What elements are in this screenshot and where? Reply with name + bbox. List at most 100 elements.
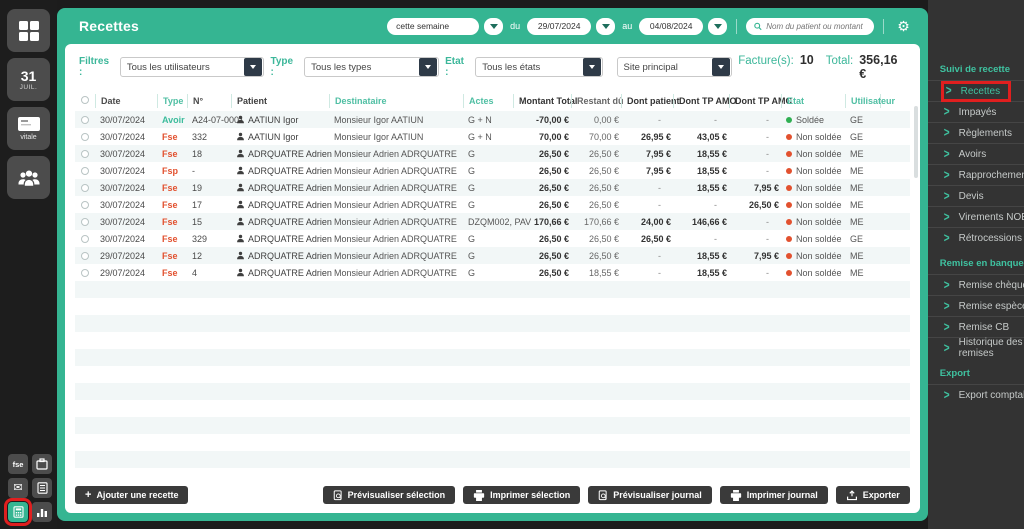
site-filter-select[interactable]: Site principal [617, 57, 733, 77]
col-type[interactable]: Type [157, 94, 187, 108]
total-label: Total: [826, 55, 854, 67]
table-row[interactable]: 30/07/2024 Fse 19 ADRQUATRE Adrien Monsi… [75, 179, 910, 196]
row-select-radio[interactable] [81, 235, 89, 243]
vertical-scrollbar[interactable] [914, 106, 918, 178]
date-to-input[interactable]: 04/08/2024 [639, 18, 703, 35]
cell-type: Fse [157, 217, 187, 227]
cell-dont-tp-amo: 18,55 € [673, 251, 729, 261]
cell-montant: 26,50 € [513, 166, 571, 176]
preview-selection-button[interactable]: Prévisualiser sélection [323, 486, 456, 504]
row-select-radio[interactable] [81, 269, 89, 277]
mail-button[interactable]: ✉ [8, 478, 28, 498]
search-input[interactable] [766, 22, 866, 31]
col-etat[interactable]: Etat [781, 94, 845, 108]
sidebar-item-remise-cheques[interactable]: >Remise chèques [928, 274, 1024, 295]
cell-patient: ADRQUATRE Adrien [231, 183, 329, 193]
cell-dont-patient: 26,50 € [621, 234, 673, 244]
patients-button[interactable] [7, 156, 50, 199]
cell-dont-tp-amo: - [673, 234, 729, 244]
sidebar-item-impayes[interactable]: >Impayés [928, 101, 1024, 122]
separator [736, 19, 737, 34]
table-row[interactable]: 29/07/2024 Fse 4 ADRQUATRE Adrien Monsie… [75, 264, 910, 281]
row-select-radio[interactable] [81, 167, 89, 175]
col-patient[interactable]: Patient [231, 94, 329, 108]
sidebar-item-historique-des-remises[interactable]: >Historique des remises [928, 337, 1024, 358]
cell-type: Fse [157, 268, 187, 278]
period-dropdown-arrow[interactable] [484, 18, 503, 35]
row-select-radio[interactable] [81, 184, 89, 192]
documents-button[interactable] [32, 478, 52, 498]
row-select-radio[interactable] [81, 201, 89, 209]
date-to-dropdown-arrow[interactable] [708, 18, 727, 35]
table-row[interactable]: 30/07/2024 Fse 18 ADRQUATRE Adrien Monsi… [75, 145, 910, 162]
sidebar-item-remise-cb[interactable]: >Remise CB [928, 316, 1024, 337]
print-journal-button[interactable]: Imprimer journal [720, 486, 828, 504]
table-row[interactable]: 30/07/2024 Fse 332 AATIUN Igor Monsieur … [75, 128, 910, 145]
add-recette-button[interactable]: + Ajouter une recette [75, 486, 188, 504]
cell-etat: Non soldée [781, 183, 845, 193]
table-row[interactable]: 30/07/2024 Avoir A24-07-0001 AATIUN Igor… [75, 111, 910, 128]
fse-button[interactable]: fse [8, 454, 28, 474]
sidebar-item-rapprochements[interactable]: >Rapprochements [928, 164, 1024, 185]
preview-journal-button[interactable]: Prévisualiser journal [588, 486, 712, 504]
table-row[interactable]: 30/07/2024 Fse 15 ADRQUATRE Adrien Monsi… [75, 213, 910, 230]
row-select-radio[interactable] [81, 252, 89, 260]
stats-button[interactable] [32, 502, 52, 522]
cell-dont-tp-amc: - [729, 149, 781, 159]
cell-montant: 26,50 € [513, 268, 571, 278]
table-row[interactable]: 30/07/2024 Fse 329 ADRQUATRE Adrien Mons… [75, 230, 910, 247]
calculator-button-annotated[interactable] [8, 502, 28, 522]
chevron-right-icon: > [944, 105, 950, 119]
col-restant-du[interactable]: Restant dû [571, 94, 621, 108]
cell-actes: G [463, 200, 513, 210]
date-from-dropdown-arrow[interactable] [596, 18, 615, 35]
date-from-input[interactable]: 29/07/2024 [527, 18, 591, 35]
sidebar-item-retrocessions[interactable]: >Rétrocessions [928, 227, 1024, 248]
col-date[interactable]: Date [95, 94, 157, 108]
print-selection-button[interactable]: Imprimer sélection [463, 486, 580, 504]
col-dont-patient[interactable]: Dont patient [621, 94, 673, 108]
col-destinataire[interactable]: Destinataire [329, 94, 463, 108]
person-icon [236, 234, 245, 243]
sidebar-section: Suivi de recette>Recettes>Impayés>Règlem… [928, 60, 1024, 248]
table-row[interactable]: 30/07/2024 Fse 17 ADRQUATRE Adrien Monsi… [75, 196, 910, 213]
select-all-radio[interactable] [81, 96, 89, 104]
etat-filter-select[interactable]: Tous les états [475, 57, 602, 77]
status-dot [786, 168, 792, 174]
table-header-row: Date Type N° Patient Destinataire Actes … [75, 91, 910, 111]
col-montant-total[interactable]: Montant Total [513, 94, 571, 108]
row-select-radio[interactable] [81, 116, 89, 124]
medicine-box-button[interactable] [32, 454, 52, 474]
calendar-button[interactable]: 31 JUIL. [7, 58, 50, 101]
sidebar-item-virements-noemie[interactable]: >Virements NOEMIE [928, 206, 1024, 227]
type-filter-select[interactable]: Tous les types [304, 57, 439, 77]
row-select-radio[interactable] [81, 150, 89, 158]
fse-label: fse [13, 460, 24, 469]
sidebar-item-devis[interactable]: >Devis [928, 185, 1024, 206]
sidebar-item-avoirs[interactable]: >Avoirs [928, 143, 1024, 164]
cell-etat: Soldée [781, 115, 845, 125]
row-select-radio[interactable] [81, 133, 89, 141]
users-filter-select[interactable]: Tous les utilisateurs [120, 57, 265, 77]
grid-icon [18, 20, 40, 42]
settings-gear-icon[interactable]: ⚙ [897, 18, 910, 35]
sidebar-item-reglements[interactable]: >Règlements [928, 122, 1024, 143]
col-dont-tp-amo[interactable]: Dont TP AMO [673, 94, 729, 108]
table-row[interactable]: 29/07/2024 Fse 12 ADRQUATRE Adrien Monsi… [75, 247, 910, 264]
export-button[interactable]: Exporter [836, 486, 910, 504]
search-box[interactable] [746, 18, 874, 35]
col-num[interactable]: N° [187, 94, 231, 108]
sidebar-item-recettes[interactable]: >Recettes [928, 80, 1024, 101]
col-utilisateur[interactable]: Utilisateur [845, 94, 881, 108]
dropdown-arrow-icon [419, 58, 437, 76]
envelope-icon: ✉ [13, 483, 22, 494]
apps-grid-button[interactable] [7, 9, 50, 52]
sidebar-item-export-comptable[interactable]: >Export comptable [928, 384, 1024, 405]
carte-vitale-button[interactable]: vitale [7, 107, 50, 150]
row-select-radio[interactable] [81, 218, 89, 226]
col-actes[interactable]: Actes [463, 94, 513, 108]
period-select[interactable]: cette semaine [387, 18, 479, 35]
sidebar-item-remise-especes[interactable]: >Remise espèces [928, 295, 1024, 316]
table-row[interactable]: 30/07/2024 Fsp - ADRQUATRE Adrien Monsie… [75, 162, 910, 179]
col-dont-tp-amc[interactable]: Dont TP AMC [729, 94, 781, 108]
